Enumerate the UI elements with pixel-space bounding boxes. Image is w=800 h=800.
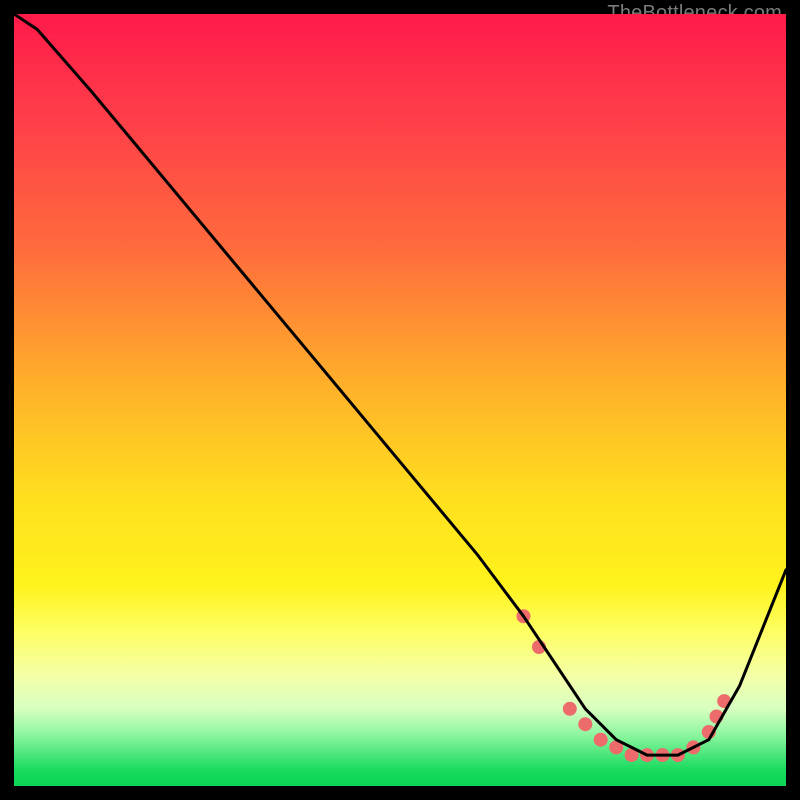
marker-dot bbox=[563, 702, 577, 716]
marker-dot bbox=[594, 733, 608, 747]
chart-frame bbox=[14, 14, 786, 786]
chart-stage: TheBottleneck.com bbox=[0, 0, 800, 800]
chart-svg bbox=[14, 14, 786, 786]
marker-dot bbox=[578, 717, 592, 731]
bottleneck-curve bbox=[14, 14, 786, 755]
markers-group bbox=[517, 609, 732, 762]
